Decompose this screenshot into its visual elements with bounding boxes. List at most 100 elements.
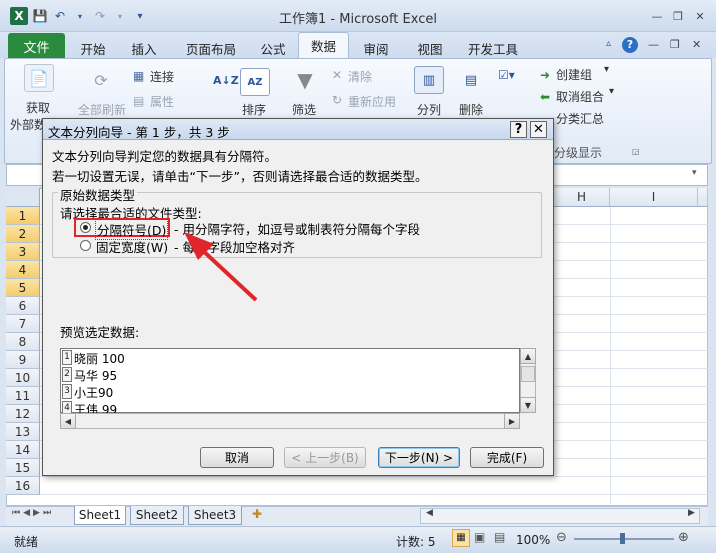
- reapply-button[interactable]: 重新应用: [348, 93, 396, 110]
- outline-group-label: 分级显示: [554, 146, 603, 160]
- row-header-11[interactable]: 11: [6, 387, 40, 405]
- column-header-i[interactable]: I: [610, 188, 698, 207]
- group-dropdown-icon[interactable]: ▾: [604, 64, 609, 75]
- close-window-button[interactable]: ✕: [693, 10, 707, 23]
- row-header-3[interactable]: 3: [6, 243, 40, 261]
- normal-view-icon[interactable]: ▦: [452, 529, 470, 547]
- remove-duplicates-button[interactable]: 删除: [459, 101, 483, 118]
- radio-fixed-width[interactable]: [80, 240, 91, 251]
- properties-icon: ▤: [133, 94, 145, 108]
- restore-button[interactable]: ❐: [671, 10, 685, 23]
- sort-dialog-icon[interactable]: AZ: [240, 68, 270, 96]
- scroll-right-icon[interactable]: ▶: [688, 508, 695, 518]
- preview-vscroll-thumb[interactable]: [521, 366, 535, 382]
- zoom-out-icon[interactable]: ⊖: [556, 530, 567, 545]
- tab-view[interactable]: 视图: [412, 36, 448, 58]
- group-button[interactable]: 创建组: [556, 66, 592, 83]
- clear-button[interactable]: 清除: [348, 68, 372, 85]
- row-header-9[interactable]: 9: [6, 351, 40, 369]
- doc-restore-icon[interactable]: ❐: [670, 38, 680, 51]
- row-header-12[interactable]: 12: [6, 405, 40, 423]
- data-validation-icon[interactable]: ☑▾: [498, 68, 515, 82]
- insert-sheet-icon[interactable]: ✚: [252, 507, 262, 521]
- sheet-tab-2[interactable]: Sheet2: [130, 506, 184, 525]
- row-header-14[interactable]: 14: [6, 441, 40, 459]
- row-header-2[interactable]: 2: [6, 225, 40, 243]
- dialog-intro-line2: 若一切设置无误，请单击“下一步”，否则请选择最合适的数据类型。: [52, 169, 428, 184]
- row-header-6[interactable]: 6: [6, 297, 40, 315]
- tab-insert[interactable]: 插入: [126, 36, 162, 58]
- tab-formulas[interactable]: 公式: [255, 36, 291, 58]
- row-header-13[interactable]: 13: [6, 423, 40, 441]
- filter-button[interactable]: 筛选: [292, 101, 316, 118]
- ribbon-minimize-icon[interactable]: ▵: [606, 38, 611, 49]
- refresh-all-label[interactable]: 全部刷新: [78, 101, 126, 118]
- scroll-left-icon[interactable]: ◀: [426, 508, 433, 518]
- horizontal-scrollbar[interactable]: [420, 508, 700, 524]
- tab-developer[interactable]: 开发工具: [462, 36, 524, 58]
- select-all-corner[interactable]: [6, 188, 40, 207]
- zoom-slider-thumb[interactable]: [620, 533, 625, 544]
- zoom-level[interactable]: 100%: [516, 533, 550, 547]
- refresh-all-icon[interactable]: ⟳: [86, 66, 116, 94]
- page-break-view-icon[interactable]: ▤: [494, 530, 505, 544]
- outline-dialog-launcher-icon[interactable]: ◲: [632, 147, 640, 156]
- preview-hscrollbar[interactable]: [60, 413, 520, 429]
- preview-row-text: 晓丽 100: [74, 352, 125, 366]
- help-icon[interactable]: ?: [622, 37, 638, 53]
- minimize-button[interactable]: —: [650, 10, 664, 23]
- next-button[interactable]: 下一步(N) >: [378, 447, 460, 468]
- ungroup-dropdown-icon[interactable]: ▾: [609, 86, 614, 97]
- dialog-intro-line1: 文本分列向导判定您的数据具有分隔符。: [52, 149, 278, 164]
- tab-home[interactable]: 开始: [75, 36, 111, 58]
- sheet-tab-3[interactable]: Sheet3: [188, 506, 242, 525]
- row-header-1[interactable]: 1: [6, 207, 40, 225]
- tab-review[interactable]: 审阅: [358, 36, 394, 58]
- preview-scroll-down-icon[interactable]: ▼: [520, 397, 536, 413]
- preview-row-number: 3: [62, 384, 72, 399]
- connections-button[interactable]: 连接: [150, 68, 174, 85]
- ungroup-button[interactable]: 取消组合: [556, 88, 604, 105]
- formula-expand-icon[interactable]: ▾: [692, 168, 697, 178]
- row-header-8[interactable]: 8: [6, 333, 40, 351]
- row-header-15[interactable]: 15: [6, 459, 40, 477]
- doc-close-icon[interactable]: ✕: [692, 38, 701, 51]
- tab-page-layout[interactable]: 页面布局: [180, 36, 242, 58]
- get-external-data-icon[interactable]: 📄: [24, 64, 54, 92]
- row-header-5[interactable]: 5: [6, 279, 40, 297]
- text-to-columns-icon[interactable]: ▥: [414, 66, 444, 94]
- page-layout-view-icon[interactable]: ▣: [474, 530, 485, 544]
- dialog-close-button[interactable]: ✕: [530, 121, 547, 138]
- sheet-nav-arrows-icon[interactable]: ⏮◀▶⏭: [12, 508, 54, 518]
- preview-box[interactable]: [60, 348, 520, 413]
- text-to-columns-button[interactable]: 分列: [417, 101, 441, 118]
- properties-button[interactable]: 属性: [150, 93, 174, 110]
- sheet-tab-1[interactable]: Sheet1: [74, 506, 126, 525]
- cancel-button[interactable]: 取消: [200, 447, 274, 468]
- preview-scroll-left-icon[interactable]: ◀: [60, 413, 76, 429]
- tab-data[interactable]: 数据: [298, 32, 349, 59]
- zoom-in-icon[interactable]: ⊕: [678, 530, 689, 545]
- option-fixed-label[interactable]: 固定宽度(W): [96, 237, 168, 256]
- row-header-16[interactable]: 16: [6, 477, 40, 495]
- preview-scroll-right-icon[interactable]: ▶: [504, 413, 520, 429]
- sort-button[interactable]: 排序: [242, 101, 266, 118]
- column-header-partial[interactable]: [698, 188, 708, 207]
- radio-delimited[interactable]: [80, 222, 91, 233]
- filter-funnel-icon[interactable]: ▼: [290, 66, 320, 94]
- window-title: 工作簿1 - Microsoft Excel: [279, 12, 437, 27]
- get-external-label[interactable]: 获取: [26, 99, 50, 116]
- tab-file[interactable]: 文件: [8, 33, 65, 58]
- subtotal-button[interactable]: 分类汇总: [556, 110, 604, 127]
- remove-duplicates-icon[interactable]: ▤: [456, 66, 486, 94]
- finish-button[interactable]: 完成(F): [470, 447, 544, 468]
- column-header-h[interactable]: H: [554, 188, 610, 207]
- dialog-help-button[interactable]: ?: [510, 121, 527, 138]
- row-header-4[interactable]: 4: [6, 261, 40, 279]
- row-header-10[interactable]: 10: [6, 369, 40, 387]
- sort-az-icon[interactable]: A↓Z: [213, 74, 239, 87]
- preview-scroll-up-icon[interactable]: ▲: [520, 348, 536, 364]
- row-header-7[interactable]: 7: [6, 315, 40, 333]
- back-button[interactable]: < 上一步(B): [284, 447, 366, 468]
- doc-minimize-icon[interactable]: —: [648, 38, 659, 51]
